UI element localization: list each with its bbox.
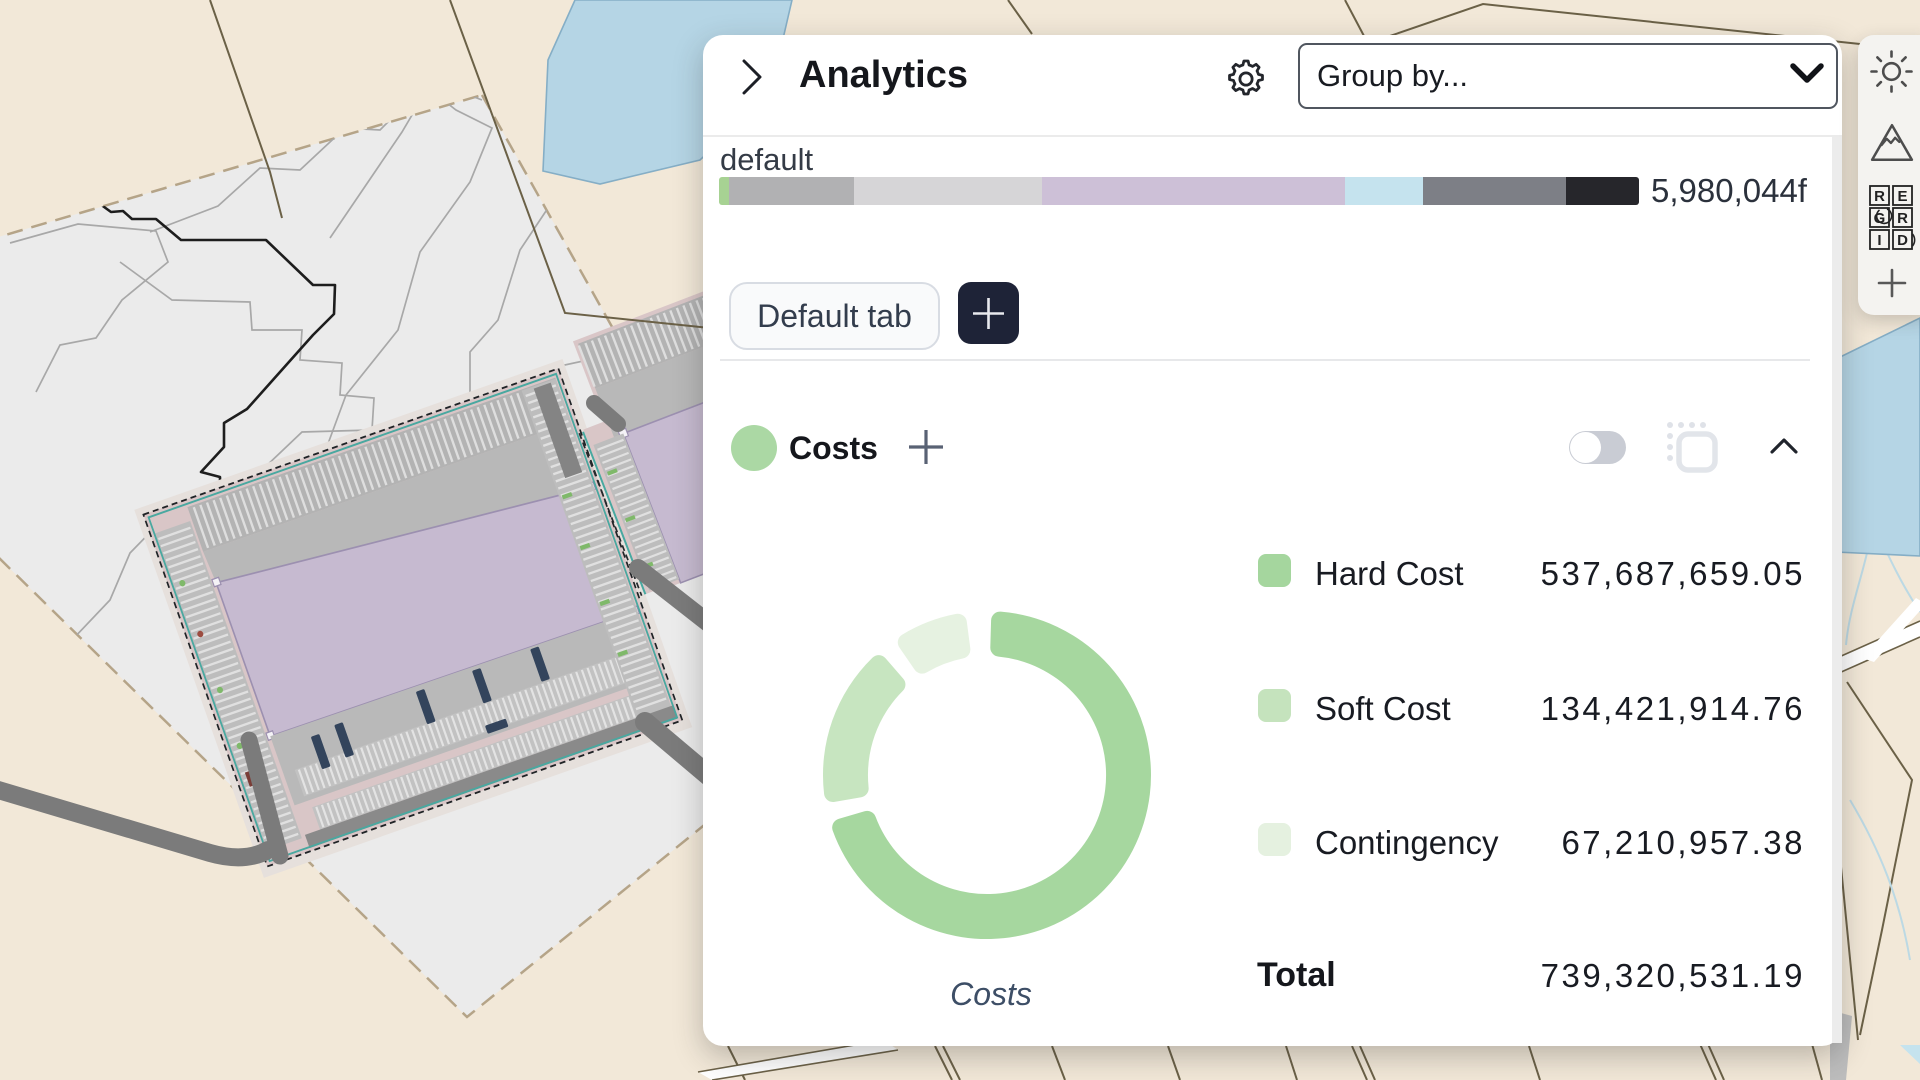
svg-text:R: R — [1897, 210, 1908, 227]
svg-text:G: G — [1874, 210, 1886, 227]
svg-text:R: R — [1874, 188, 1885, 205]
svg-text:D: D — [1897, 232, 1908, 249]
svg-text:E: E — [1897, 188, 1907, 205]
svg-text:I: I — [1877, 232, 1881, 249]
